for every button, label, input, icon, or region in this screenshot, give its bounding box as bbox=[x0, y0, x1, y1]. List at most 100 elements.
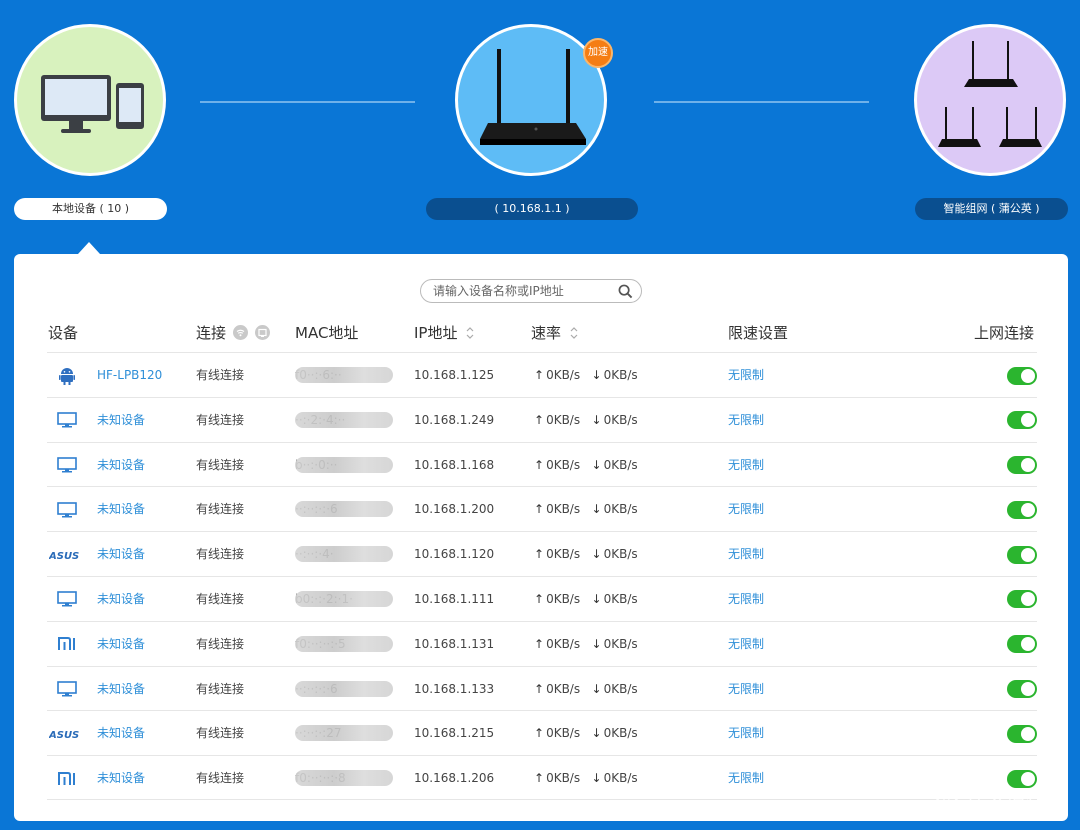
topology-link-local-router bbox=[200, 101, 415, 103]
ip-address: 10.168.1.215 bbox=[414, 726, 495, 741]
speed-limit-link[interactable]: 无限制 bbox=[728, 398, 764, 442]
connection-type: 有线连接 bbox=[196, 412, 245, 427]
speed-limit-link[interactable]: 无限制 bbox=[728, 577, 764, 621]
speed-limit-link[interactable]: 无限制 bbox=[728, 353, 764, 397]
mesh-network-label[interactable]: 智能组网 ( 蒲公英 ) bbox=[915, 198, 1068, 220]
upload-arrow-icon: ↑ bbox=[534, 457, 545, 472]
device-name-link[interactable]: 未知设备 bbox=[97, 667, 145, 711]
device-name-link[interactable]: 未知设备 bbox=[97, 532, 145, 576]
download-speed: 0KB/s bbox=[603, 547, 638, 562]
mac-address: b··:·0:·· bbox=[295, 443, 395, 487]
upload-speed: 0KB/s bbox=[546, 726, 581, 741]
monitor-icon bbox=[47, 443, 87, 487]
mac-address: ··:··:·:·6 bbox=[295, 667, 395, 711]
device-name-link[interactable]: 未知设备 bbox=[97, 487, 145, 531]
connection-type: 有线连接 bbox=[196, 771, 245, 786]
internet-access-toggle[interactable] bbox=[1007, 456, 1037, 475]
internet-access-toggle[interactable] bbox=[1007, 500, 1037, 519]
router-address-label[interactable]: ( 10.168.1.1 ) bbox=[426, 198, 638, 220]
table-row: 未知设备 有线连接 ··:··:·:·6 10.168.1.133 ↑0KB/s… bbox=[47, 665, 1037, 711]
device-name-link[interactable]: 未知设备 bbox=[97, 577, 145, 621]
toggle-knob bbox=[1021, 637, 1035, 652]
download-arrow-icon: ↓ bbox=[591, 547, 602, 562]
download-speed: 0KB/s bbox=[603, 502, 638, 517]
download-speed: 0KB/s bbox=[603, 681, 638, 696]
device-name-link[interactable]: 未知设备 bbox=[97, 756, 145, 800]
connection-type: 有线连接 bbox=[196, 368, 245, 382]
download-arrow-icon: ↓ bbox=[591, 726, 602, 741]
search-bar[interactable] bbox=[420, 279, 642, 303]
online-toggle-cell bbox=[1007, 487, 1037, 531]
mac-redaction bbox=[295, 501, 393, 518]
device-name-link[interactable]: 未知设备 bbox=[97, 622, 145, 666]
download-arrow-icon: ↓ bbox=[591, 591, 602, 606]
local-devices-node[interactable] bbox=[14, 24, 166, 176]
speed-readout: ↑ 0KB/s ↓ 0KB/s bbox=[534, 756, 638, 800]
table-row: ASUS 未知设备 有线连接 ··:··:·4· 10.168.1.120 ↑0… bbox=[47, 531, 1037, 576]
mac-address: ··:··:·4· bbox=[295, 532, 395, 576]
speed-limit-link[interactable]: 无限制 bbox=[728, 711, 764, 755]
table-row: ASUS 未知设备 有线连接 ··:··:·:27 10.168.1.215 ↑… bbox=[47, 710, 1037, 755]
device-name-link[interactable]: 未知设备 bbox=[97, 443, 145, 487]
ip-address: 10.168.1.249 bbox=[414, 412, 495, 427]
download-speed: 0KB/s bbox=[603, 457, 638, 472]
device-name-link[interactable]: 未知设备 bbox=[97, 398, 145, 442]
search-icon[interactable] bbox=[618, 284, 633, 299]
boost-badge[interactable]: 加速 bbox=[583, 38, 613, 68]
mac-redaction bbox=[295, 725, 393, 742]
monitor-icon bbox=[47, 487, 87, 531]
upload-arrow-icon: ↑ bbox=[534, 412, 545, 427]
table-row: 未知设备 有线连接 b··:·0:·· 10.168.1.168 ↑0KB/s … bbox=[47, 441, 1037, 487]
download-arrow-icon: ↓ bbox=[591, 368, 602, 382]
speed-readout: ↑ 0KB/s ↓ 0KB/s bbox=[534, 622, 638, 666]
computer-devices-icon bbox=[41, 75, 144, 133]
internet-access-toggle[interactable] bbox=[1007, 724, 1037, 743]
monitor-icon bbox=[47, 577, 87, 621]
speed-limit-link[interactable]: 无限制 bbox=[728, 622, 764, 666]
device-table-body: HF-LPB120 有线连接 f0··:·6:·· 10.168.1.125 ↑… bbox=[47, 352, 1037, 800]
header-connection-label: 连接 bbox=[196, 324, 227, 342]
header-speed[interactable]: 速率 bbox=[531, 322, 579, 343]
internet-access-toggle[interactable] bbox=[1007, 366, 1037, 385]
search-input[interactable] bbox=[433, 282, 609, 300]
header-connection: 连接 bbox=[196, 322, 270, 343]
ethernet-filter-icon[interactable] bbox=[254, 325, 270, 340]
device-name-link[interactable]: HF-LPB120 bbox=[97, 353, 162, 397]
svg-text:ASUS: ASUS bbox=[49, 730, 79, 739]
header-ip[interactable]: IP地址 bbox=[414, 322, 475, 343]
upload-arrow-icon: ↑ bbox=[534, 636, 545, 651]
online-toggle-cell bbox=[1007, 532, 1037, 576]
upload-speed: 0KB/s bbox=[546, 547, 581, 562]
internet-access-toggle[interactable] bbox=[1007, 635, 1037, 654]
android-icon bbox=[47, 353, 87, 397]
online-toggle-cell bbox=[1007, 667, 1037, 711]
speed-limit-link[interactable]: 无限制 bbox=[728, 532, 764, 576]
download-arrow-icon: ↓ bbox=[591, 502, 602, 517]
speed-limit-link[interactable]: 无限制 bbox=[728, 487, 764, 531]
speed-limit-link[interactable]: 无限制 bbox=[728, 756, 764, 800]
connection-type: 有线连接 bbox=[196, 547, 245, 562]
local-devices-label[interactable]: 本地设备 ( 10 ) bbox=[14, 198, 167, 220]
mesh-network-node[interactable] bbox=[914, 24, 1066, 176]
upload-speed: 0KB/s bbox=[546, 368, 581, 382]
speed-limit-link[interactable]: 无限制 bbox=[728, 443, 764, 487]
internet-access-toggle[interactable] bbox=[1007, 590, 1037, 609]
upload-speed: 0KB/s bbox=[546, 502, 581, 517]
sort-icon[interactable] bbox=[465, 326, 475, 340]
sort-icon[interactable] bbox=[569, 326, 579, 340]
download-speed: 0KB/s bbox=[603, 771, 638, 786]
svg-text:ASUS: ASUS bbox=[49, 551, 79, 560]
mi-icon bbox=[47, 756, 87, 800]
table-row: HF-LPB120 有线连接 f0··:·6:·· 10.168.1.125 ↑… bbox=[47, 352, 1037, 397]
connection-type: 有线连接 bbox=[196, 591, 245, 606]
upload-arrow-icon: ↑ bbox=[534, 547, 545, 562]
upload-speed: 0KB/s bbox=[546, 412, 581, 427]
internet-access-toggle[interactable] bbox=[1007, 411, 1037, 430]
internet-access-toggle[interactable] bbox=[1007, 680, 1037, 699]
speed-limit-link[interactable]: 无限制 bbox=[728, 667, 764, 711]
internet-access-toggle[interactable] bbox=[1007, 545, 1037, 564]
wifi-filter-icon[interactable] bbox=[232, 325, 248, 340]
download-arrow-icon: ↓ bbox=[591, 771, 602, 786]
upload-speed: 0KB/s bbox=[546, 681, 581, 696]
device-name-link[interactable]: 未知设备 bbox=[97, 711, 145, 755]
